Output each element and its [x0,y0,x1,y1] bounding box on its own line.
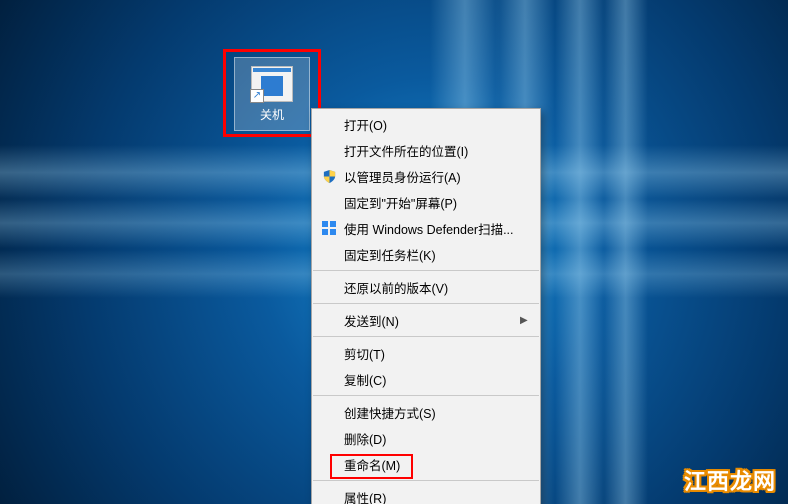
menu-item-label: 发送到(N) [344,311,520,330]
watermark-text: 江西龙网 [684,464,776,496]
context-menu: 打开(O) 打开文件所在的位置(I) 以管理员身份运行(A) 固定到"开始"屏幕… [311,108,541,504]
menu-divider [313,270,539,271]
menu-item-send-to[interactable]: 发送到(N) ▶ [312,307,540,333]
shortcut-program-icon: ↗ [251,66,293,102]
menu-item-label: 固定到"开始"屏幕(P) [344,193,530,212]
desktop-shortcut-shutdown[interactable]: ↗ 关机 [234,57,310,131]
menu-item-rename[interactable]: 重命名(M) [312,451,540,477]
menu-item-label: 剪切(T) [344,344,530,363]
menu-item-pin-taskbar[interactable]: 固定到任务栏(K) [312,241,540,267]
menu-item-create-shortcut[interactable]: 创建快捷方式(S) [312,399,540,425]
menu-item-label: 复制(C) [344,370,530,389]
desktop-wallpaper: ↗ 关机 打开(O) 打开文件所在的位置(I) 以管理员身份运行(A) [0,0,788,504]
menu-item-cut[interactable]: 剪切(T) [312,340,540,366]
menu-item-delete[interactable]: 删除(D) [312,425,540,451]
shortcut-overlay-arrow-icon: ↗ [250,89,264,103]
shortcut-label: 关机 [260,106,284,123]
menu-item-label: 使用 Windows Defender扫描... [344,219,530,238]
menu-item-label: 创建快捷方式(S) [344,403,530,422]
menu-item-label: 固定到任务栏(K) [344,245,530,264]
menu-divider [313,336,539,337]
menu-divider [313,480,539,481]
menu-item-label: 以管理员身份运行(A) [344,167,530,186]
menu-item-open[interactable]: 打开(O) [312,111,540,137]
menu-item-label: 重命名(M) [344,455,530,474]
menu-item-label: 打开文件所在的位置(I) [344,141,530,160]
menu-item-run-as-admin[interactable]: 以管理员身份运行(A) [312,163,540,189]
windows-defender-icon [318,219,340,237]
menu-item-pin-start[interactable]: 固定到"开始"屏幕(P) [312,189,540,215]
menu-item-copy[interactable]: 复制(C) [312,366,540,392]
menu-item-restore-previous[interactable]: 还原以前的版本(V) [312,274,540,300]
menu-divider [313,395,539,396]
menu-item-open-location[interactable]: 打开文件所在的位置(I) [312,137,540,163]
menu-item-label: 还原以前的版本(V) [344,278,530,297]
menu-divider [313,303,539,304]
menu-item-label: 删除(D) [344,429,530,448]
menu-item-properties[interactable]: 属性(R) [312,484,540,504]
menu-item-label: 属性(R) [344,488,530,504]
submenu-arrow-icon: ▶ [520,315,530,326]
menu-item-defender-scan[interactable]: 使用 Windows Defender扫描... [312,215,540,241]
uac-shield-icon [318,167,340,185]
menu-item-label: 打开(O) [344,115,530,134]
